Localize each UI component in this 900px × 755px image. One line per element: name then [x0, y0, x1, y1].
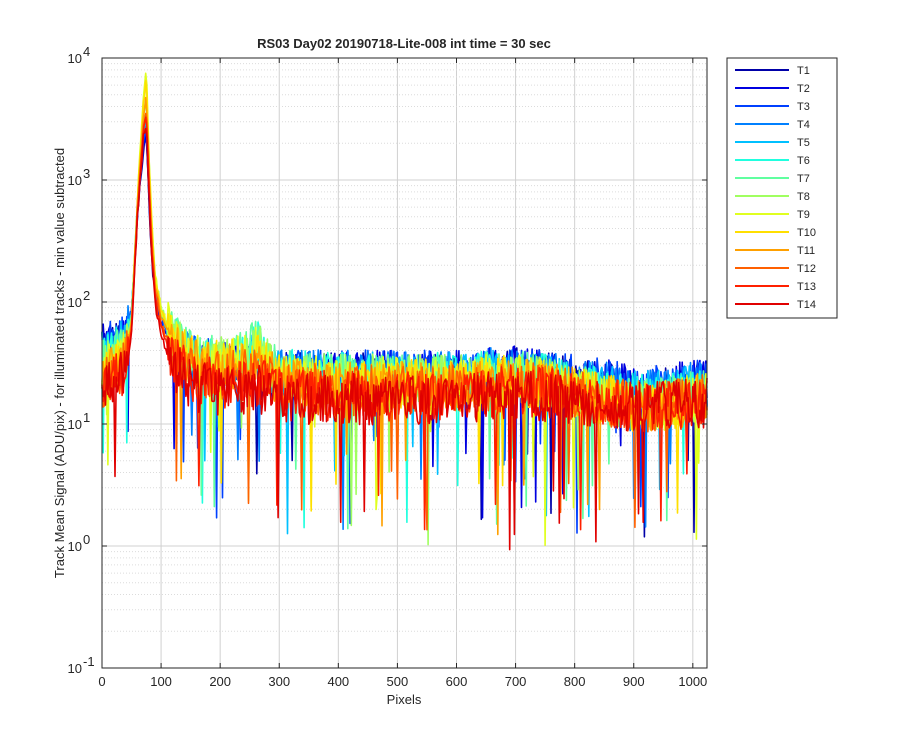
legend-label-t4: T4 [797, 119, 810, 131]
legend: T1 T2 T3 T4 T5 T6 T7 T8 T9 T10 T11 T12 T13 T14 [726, 57, 838, 319]
y-axis-label: Track Mean Signal (ADU/pix) - for illumi… [52, 148, 67, 578]
x-tick-label: 500 [387, 674, 409, 689]
y-tick-label-exponent: 2 [83, 288, 90, 303]
legend-label-t6: T6 [797, 155, 810, 167]
y-tick-label-base: 10 [68, 661, 82, 676]
x-axis-label: Pixels [387, 692, 422, 707]
chart-figure: 0 100 200 300 400 500 600 700 800 900 1000 10 -1 10 0 1… [0, 0, 900, 750]
y-tick-label-exponent: 1 [83, 410, 90, 425]
legend-label-t7: T7 [797, 173, 810, 185]
y-tick-label-base: 10 [68, 173, 82, 188]
legend-label-t11: T11 [797, 245, 815, 257]
x-tick-label: 700 [505, 674, 527, 689]
x-tick-label: 900 [623, 674, 645, 689]
legend-label-t8: T8 [797, 191, 810, 203]
y-tick-label-exponent: -1 [83, 654, 95, 669]
legend-label-t1: T1 [797, 65, 810, 77]
y-tick-label-exponent: 4 [83, 44, 90, 59]
x-tick-label: 0 [98, 674, 105, 689]
legend-label-t13: T13 [797, 281, 816, 293]
x-tick-label: 300 [268, 674, 290, 689]
legend-label-t12: T12 [797, 263, 816, 275]
x-tick-label: 100 [150, 674, 172, 689]
legend-label-t9: T9 [797, 209, 810, 221]
legend-label-t10: T10 [797, 227, 816, 239]
legend-label-t3: T3 [797, 101, 810, 113]
y-tick-label-base: 10 [68, 295, 82, 310]
legend-label-t14: T14 [797, 299, 816, 311]
y-tick-label-base: 10 [68, 539, 82, 554]
y-tick-label-base: 10 [68, 417, 82, 432]
y-tick-label-base: 10 [68, 51, 82, 66]
x-tick-label: 600 [446, 674, 468, 689]
y-tick-label-exponent: 0 [83, 532, 90, 547]
x-tick-label: 1000 [678, 674, 707, 689]
legend-label-t5: T5 [797, 137, 810, 149]
x-tick-label: 400 [327, 674, 349, 689]
chart-title: RS03 Day02 20190718-Lite-008 int time = … [257, 36, 551, 51]
legend-label-t2: T2 [797, 83, 810, 95]
x-tick-label: 200 [209, 674, 231, 689]
chart-canvas: 0 100 200 300 400 500 600 700 800 900 100010 -110 01… [0, 0, 900, 750]
legend-box [726, 57, 838, 319]
x-tick-label: 800 [564, 674, 586, 689]
y-tick-label-exponent: 3 [83, 166, 90, 181]
